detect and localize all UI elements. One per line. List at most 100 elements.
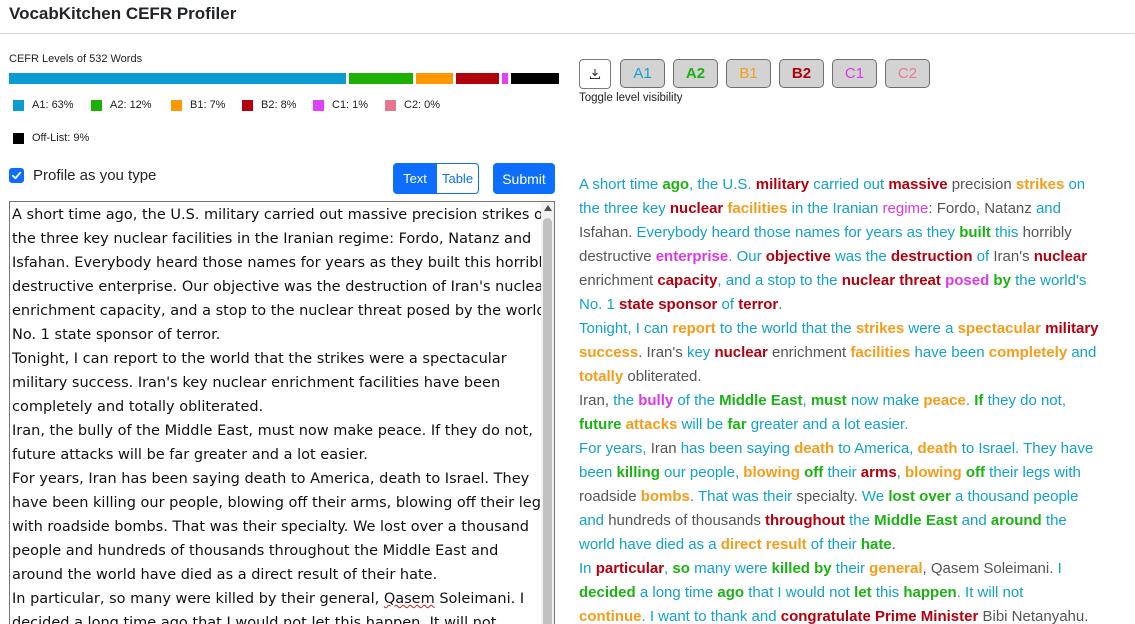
word-level-b1: success: [579, 344, 639, 361]
scroll-up-icon[interactable]: [544, 205, 552, 211]
word-level-b1: facilities: [727, 200, 788, 217]
word-level-a1: the world's: [1010, 272, 1087, 289]
word-level-a2: ago: [717, 584, 745, 601]
download-button[interactable]: [579, 59, 611, 89]
legend-item-c1: C1: 1%: [313, 99, 368, 111]
distribution-segment-offlist: [510, 73, 559, 84]
scrollbar-thumb[interactable]: [543, 218, 552, 624]
legend-item-a2: A2: 12%: [91, 99, 152, 111]
word-level-a1: .: [965, 392, 975, 409]
output-line: roadside bombs. That was their specialty…: [579, 485, 1129, 509]
word-level-off: .: [891, 536, 896, 553]
word-level-off: , Qasem Soleimani.: [922, 560, 1058, 577]
cefr-distribution-bar: [9, 73, 559, 84]
word-level-off: . Iran's: [638, 344, 687, 361]
toggle-level-a1[interactable]: A1: [620, 59, 665, 88]
word-level-a2: must: [810, 392, 847, 409]
tab-table[interactable]: Table: [437, 163, 479, 194]
word-level-off: Iran's: [993, 248, 1034, 265]
legend-label-c1: C1: 1%: [332, 99, 369, 111]
editor-line: around the world have died as a direct r…: [12, 567, 438, 583]
editor-line: completely and totally obliterated.: [12, 399, 264, 415]
toggle-level-c2[interactable]: C2: [885, 59, 930, 88]
word-level-a1: a long time: [635, 584, 718, 601]
editor-line: Tonight, I can report to the world that …: [12, 351, 507, 367]
tab-text[interactable]: Text: [393, 163, 437, 194]
word-level-b2: congratulate Prime Minister: [780, 608, 979, 624]
editor-line: decided a long time ago that I would not…: [12, 615, 497, 624]
editor-scrollbar[interactable]: [541, 202, 554, 624]
text-input-area[interactable]: A short time ago, the U.S. military carr…: [9, 201, 555, 624]
submit-button[interactable]: Submit: [493, 163, 555, 194]
word-level-a2: built: [959, 224, 991, 241]
word-level-a2: decided: [579, 584, 636, 601]
word-level-a2: let: [854, 584, 872, 601]
word-level-a1: , the U.S.: [689, 176, 756, 193]
word-level-b1: attacks: [625, 416, 678, 433]
word-level-a1: that I would not: [744, 584, 855, 601]
checkbox-checked-icon[interactable]: [9, 168, 24, 183]
word-level-b2: military: [1045, 320, 1099, 337]
word-level-b1: death: [794, 440, 835, 457]
output-line: future attacks will be far greater and a…: [579, 413, 1129, 437]
toggle-level-b2[interactable]: B2: [779, 59, 824, 88]
word-level-a1: the: [1041, 512, 1067, 529]
text-input-content[interactable]: A short time ago, the U.S. military carr…: [12, 203, 554, 624]
editor-line: the three key nuclear facilities in the …: [12, 231, 532, 247]
toggle-level-c1[interactable]: C1: [832, 59, 877, 88]
output-line: No. 1 state sponsor of terror.: [579, 293, 1129, 317]
word-level-a1: , and a stop to the: [717, 272, 842, 289]
word-level-a2: killed by: [771, 560, 832, 577]
word-level-b2: massive: [888, 176, 948, 193]
word-level-a1: of their: [806, 536, 861, 553]
word-level-a1: to Israel. They have: [957, 440, 1094, 457]
editor-line: future attacks will be far greater and a…: [12, 447, 368, 463]
word-level-a1: their: [831, 560, 870, 577]
word-level-a2: lost over: [888, 488, 951, 505]
word-level-a1: . Our: [728, 248, 766, 265]
word-level-a1: our people,: [659, 464, 744, 481]
editor-line: with roadside bombs. That was their spec…: [12, 519, 529, 535]
word-level-a1: and: [1067, 344, 1097, 361]
legend-swatch-b2: [242, 99, 253, 111]
legend-swatch-b1: [171, 99, 182, 111]
word-level-b2: nuclear: [669, 200, 724, 217]
word-level-a2: so: [672, 560, 690, 577]
word-level-a2: off: [965, 464, 985, 481]
word-level-off: horribly: [1022, 224, 1072, 241]
word-level-c1: posed: [945, 272, 990, 289]
output-line: For years, Iran has been saying death to…: [579, 437, 1129, 461]
word-level-a1: . It will not: [956, 584, 1024, 601]
word-level-b1: peace: [923, 392, 966, 409]
word-level-off: Bibi Netanyahu.: [978, 608, 1089, 624]
word-level-a1: their legs with: [984, 464, 1081, 481]
word-level-a1: No. 1: [579, 296, 620, 313]
word-level-a1: Everybody heard those names for years as…: [636, 224, 960, 241]
word-level-a2: far: [727, 416, 747, 433]
word-level-a2: hate: [860, 536, 892, 553]
word-level-off: roadside: [579, 488, 641, 505]
output-line: decided a long time ago that I would not…: [579, 581, 1129, 605]
editor-line: No. 1 state sponsor of terror.: [12, 327, 221, 343]
word-level-a2: around: [990, 512, 1042, 529]
word-level-a1: to America,: [834, 440, 918, 457]
spellcheck-flagged-word: Qasem: [383, 591, 435, 607]
profile-as-you-type-toggle[interactable]: Profile as you type: [9, 167, 156, 184]
word-level-b1: blowing: [905, 464, 962, 481]
word-level-off: specialty.: [796, 488, 862, 505]
word-level-a1: was the: [830, 248, 891, 265]
word-level-b2: particular: [595, 560, 665, 577]
toggle-level-b1[interactable]: B1: [726, 59, 771, 88]
toggle-level-visibility-label: Toggle level visibility: [579, 92, 683, 104]
word-level-a1: were a: [904, 320, 958, 337]
output-line: destructive enterprise. Our objective wa…: [579, 245, 1129, 269]
profile-as-you-type-label: Profile as you type: [33, 167, 157, 184]
output-line: totally obliterated.: [579, 365, 1129, 389]
word-level-off: enrichment: [579, 272, 658, 289]
word-level-b1: direct result: [720, 536, 807, 553]
word-level-a1: they do not,: [983, 392, 1066, 409]
word-level-a2: killing: [616, 464, 660, 481]
toggle-level-a2[interactable]: A2: [673, 59, 718, 88]
word-level-b2: nuclear threat: [841, 272, 941, 289]
legend-swatch-a1: [13, 99, 24, 111]
